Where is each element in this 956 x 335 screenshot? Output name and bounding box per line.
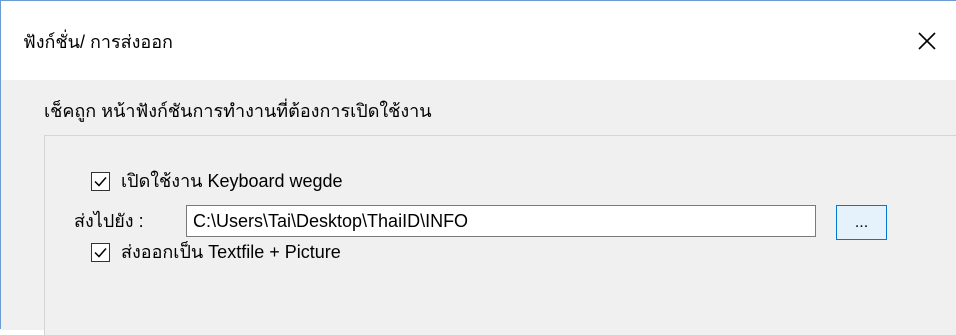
keyboard-wedge-option[interactable]: เปิดใช้งาน Keyboard wegde — [91, 170, 343, 192]
export-textfile-label: ส่งออกเป็น Textfile + Picture — [121, 242, 341, 262]
keyboard-wedge-label: เปิดใช้งาน Keyboard wegde — [121, 171, 343, 191]
export-dialog-window: ฟังก์ชั่น/ การส่งออก เช็คถูก หน้าฟังก์ชั… — [0, 0, 956, 335]
instruction-text: เช็คถูก หน้าฟังก์ชันการทำงานที่ต้องการเป… — [44, 101, 432, 121]
export-textfile-checkbox[interactable] — [91, 242, 110, 262]
destination-path-input[interactable] — [186, 205, 816, 237]
dialog-content: เช็คถูก หน้าฟังก์ชันการทำงานที่ต้องการเป… — [1, 80, 956, 335]
keyboard-wedge-checkbox[interactable] — [91, 171, 110, 191]
checkmark-icon — [94, 176, 107, 187]
title-bar: ฟังก์ชั่น/ การส่งออก — [1, 1, 956, 80]
checkmark-icon — [94, 247, 107, 258]
close-button[interactable] — [915, 29, 939, 53]
destination-label: ส่งไปยัง : — [74, 211, 144, 231]
export-textfile-option[interactable]: ส่งออกเป็น Textfile + Picture — [91, 241, 341, 263]
window-title: ฟังก์ชั่น/ การส่งออก — [23, 32, 173, 52]
close-icon — [918, 32, 936, 50]
browse-button[interactable]: ... — [836, 205, 887, 240]
